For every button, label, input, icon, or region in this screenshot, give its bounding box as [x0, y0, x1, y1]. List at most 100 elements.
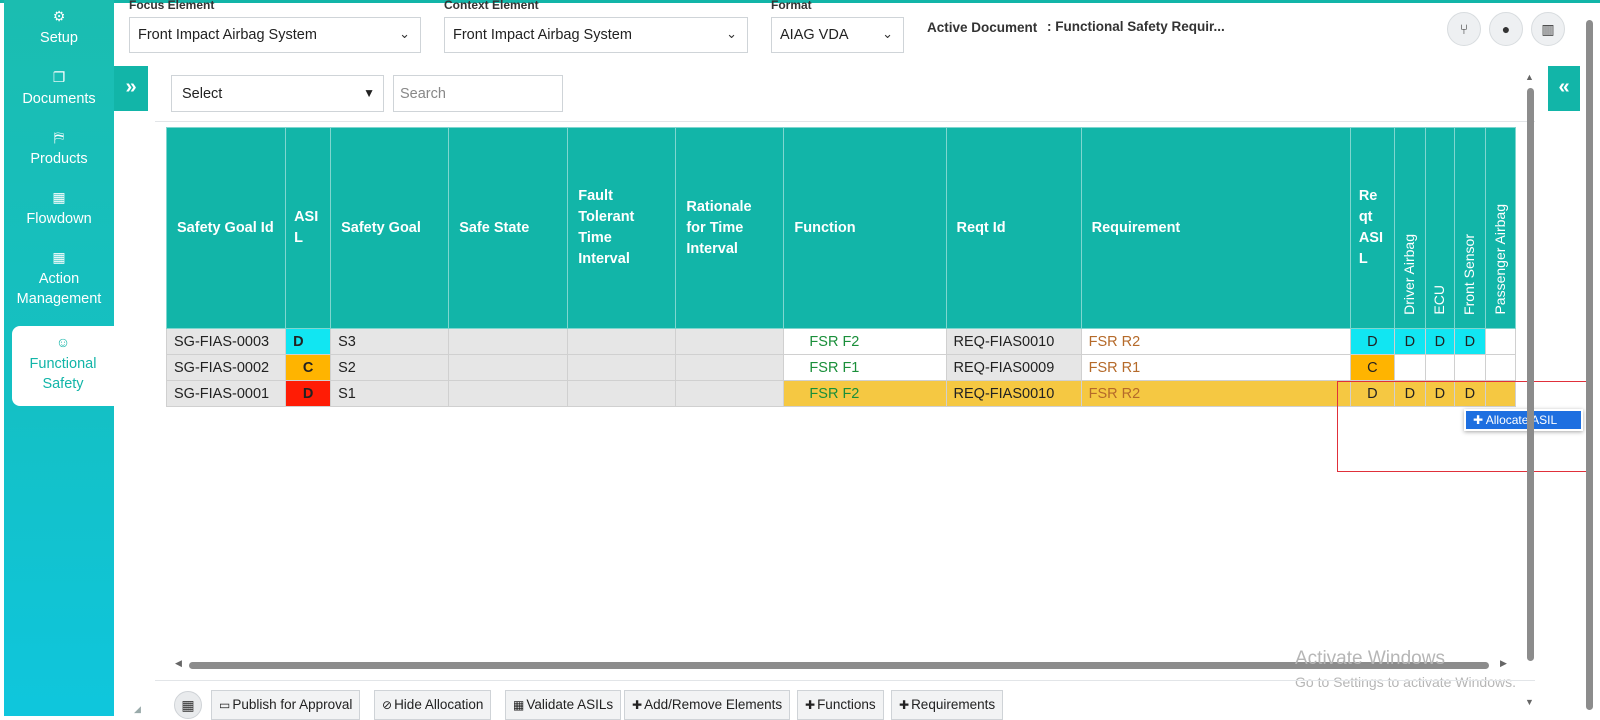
format-select[interactable]: AIAG VDA ⌄ [771, 17, 904, 53]
function-cell[interactable]: FSR F2 [783, 380, 947, 407]
sidebar-item-label: Action Management [16, 271, 102, 307]
search-input[interactable] [393, 75, 563, 112]
alloc-cell[interactable]: D [1453, 328, 1486, 355]
focus-element-select[interactable]: Front Impact Airbag System ⌄ [129, 17, 421, 53]
scroll-left-icon[interactable]: ◀ [175, 658, 182, 669]
asil-cell[interactable]: D [285, 380, 332, 407]
ftti-cell[interactable] [567, 328, 677, 355]
table-row-selected[interactable]: SG-FIAS-0001 D S1 FSR F2 REQ-FIAS0010 FS… [165, 380, 1517, 407]
scroll-down-icon[interactable]: ▼ [1525, 697, 1534, 707]
sidebar-item-documents[interactable]: ❐ Documents [4, 69, 114, 109]
resize-grip-icon[interactable]: ◢ [134, 704, 141, 715]
focus-element-value: Front Impact Airbag System [138, 27, 317, 43]
active-document-value: : Functional Safety Requir... [1047, 19, 1225, 34]
alloc-column-header[interactable]: Driver Airbag [1393, 127, 1426, 329]
alloc-cell[interactable] [1393, 354, 1426, 381]
reqt-asil-cell[interactable]: D [1349, 328, 1395, 355]
safety-goal-cell[interactable]: S3 [330, 328, 450, 355]
sidebar-item-functional-safety[interactable]: ☺ Functional Safety [12, 326, 114, 406]
column-header[interactable]: Function [783, 127, 947, 329]
safety-goals-table: Safety Goal Id ASI L Safety Goal Safe St… [165, 127, 1517, 407]
safety-goal-id-cell[interactable]: SG-FIAS-0003 [165, 328, 287, 355]
plus-icon: ✚ [899, 698, 910, 712]
collapse-panel-button[interactable]: « [1548, 66, 1580, 111]
rationale-cell[interactable] [675, 354, 785, 381]
requirement-cell[interactable]: FSR R2 [1080, 380, 1351, 407]
sidebar-item-label: Functional Safety [29, 356, 97, 392]
column-header[interactable]: Safety Goal [330, 127, 450, 329]
rationale-cell[interactable] [675, 380, 785, 407]
documents-icon: ❐ [52, 69, 66, 85]
function-cell[interactable]: FSR F2 [783, 328, 947, 355]
column-header[interactable]: Reqt Id [945, 127, 1082, 329]
alloc-column-header[interactable]: Passenger Airbag [1484, 127, 1517, 329]
chart-icon[interactable]: ▥ [1531, 12, 1565, 46]
ftti-cell[interactable] [567, 380, 677, 407]
scrollbar-thumb[interactable] [189, 662, 1489, 669]
alloc-cell[interactable]: D [1424, 328, 1455, 355]
alloc-cell[interactable]: D [1393, 328, 1426, 355]
chevron-down-icon: ⌄ [726, 26, 737, 41]
context-element-select[interactable]: Front Impact Airbag System ⌄ [444, 17, 748, 53]
drop-icon[interactable]: ● [1489, 12, 1523, 46]
alloc-header-label: Front Sensor [1461, 234, 1478, 315]
column-header[interactable]: Requirement [1080, 127, 1351, 329]
column-header[interactable]: Re qt ASI L [1349, 127, 1395, 329]
divider [155, 121, 1535, 122]
building-icon: ▦ [513, 698, 525, 712]
column-header[interactable]: Fault Tolerant Time Interval [567, 127, 677, 329]
divider [155, 680, 1535, 681]
reqt-id-cell[interactable]: REQ-FIAS0009 [945, 354, 1082, 381]
column-header[interactable]: Safety Goal Id [165, 127, 287, 329]
view-select[interactable]: Select ▼ [171, 75, 384, 112]
sidebar-item-setup[interactable]: ⚙ Setup [4, 8, 114, 48]
safety-goal-id-cell[interactable]: SG-FIAS-0002 [165, 354, 287, 381]
safety-goal-id-cell[interactable]: SG-FIAS-0001 [165, 380, 287, 407]
rationale-cell[interactable] [675, 328, 785, 355]
vertical-scrollbar[interactable]: ▲ ▼ [1525, 72, 1535, 708]
safety-goal-cell[interactable]: S2 [330, 354, 450, 381]
sidebar-item-products[interactable]: ⛿ Products [4, 129, 114, 169]
sidebar-item-action-management[interactable]: ▦ Action Management [4, 249, 114, 309]
grid-menu-icon[interactable]: ▦ [174, 691, 202, 719]
column-header[interactable]: ASI L [285, 127, 332, 329]
alloc-cell[interactable] [1484, 354, 1517, 381]
table-row[interactable]: SG-FIAS-0003 D S3 FSR F2 REQ-FIAS0010 FS… [165, 328, 1517, 355]
allocate-asil-label: Allocate ASIL [1485, 413, 1558, 427]
safety-goal-cell[interactable]: S1 [330, 380, 450, 407]
building-icon: ▦ [52, 249, 66, 265]
scroll-right-icon[interactable]: ▶ [1500, 658, 1507, 669]
alloc-cell[interactable] [1484, 328, 1517, 355]
safe-state-cell[interactable] [448, 328, 569, 355]
table-row[interactable]: SG-FIAS-0002 C S2 FSR F1 REQ-FIAS0009 FS… [165, 354, 1517, 381]
allocate-asil-button[interactable]: ✚ Allocate ASIL [1466, 411, 1581, 429]
ftti-cell[interactable] [567, 354, 677, 381]
page-scrollbar[interactable] [1586, 20, 1593, 710]
scroll-up-icon[interactable]: ▲ [1525, 72, 1534, 82]
safe-state-cell[interactable] [448, 354, 569, 381]
column-header[interactable]: Safe State [448, 127, 569, 329]
format-value: AIAG VDA [780, 27, 849, 43]
asil-cell[interactable]: C [285, 354, 332, 381]
alloc-cell[interactable] [1453, 354, 1486, 381]
alloc-column-header[interactable]: ECU [1424, 127, 1455, 329]
button-label: Requirements [911, 697, 996, 712]
alloc-cell[interactable] [1424, 354, 1455, 381]
requirement-cell[interactable]: FSR R2 [1080, 328, 1351, 355]
expand-panel-button[interactable]: » [114, 66, 148, 111]
reqt-asil-cell[interactable]: C [1349, 354, 1395, 381]
function-cell[interactable]: FSR F1 [783, 354, 947, 381]
reqt-id-cell[interactable]: REQ-FIAS0010 [945, 328, 1082, 355]
asil-cell[interactable]: D [285, 328, 332, 355]
requirement-cell[interactable]: FSR R1 [1080, 354, 1351, 381]
button-label: Hide Allocation [394, 697, 484, 712]
safe-state-cell[interactable] [448, 380, 569, 407]
scrollbar-thumb[interactable] [1527, 88, 1534, 661]
alloc-column-header[interactable]: Front Sensor [1453, 127, 1486, 329]
flow-icon[interactable]: ⑂ [1447, 12, 1481, 46]
column-header[interactable]: Rationale for Time Interval [675, 127, 785, 329]
sidebar-item-flowdown[interactable]: ▦ Flowdown [4, 189, 114, 229]
alloc-header-label: Passenger Airbag [1491, 204, 1508, 315]
reqt-id-cell[interactable]: REQ-FIAS0010 [945, 380, 1082, 407]
gears-icon: ⚙ [52, 8, 66, 24]
